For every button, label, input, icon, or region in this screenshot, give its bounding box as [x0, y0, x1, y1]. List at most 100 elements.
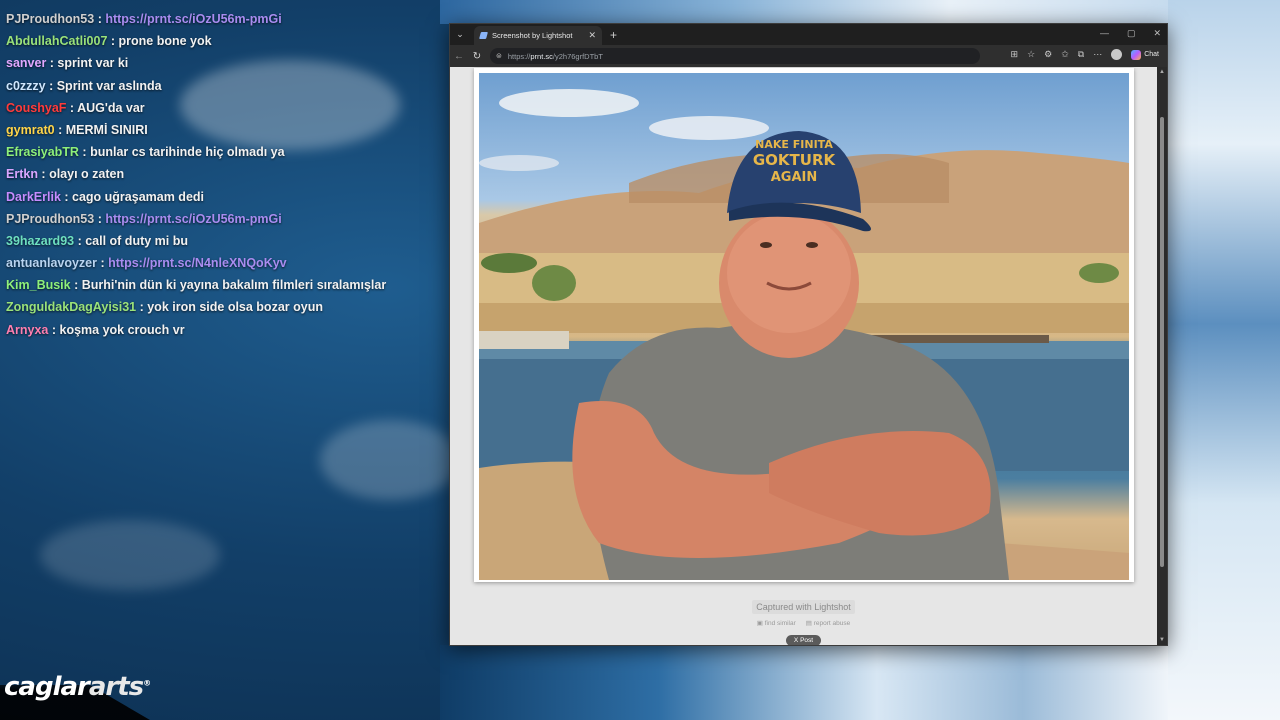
chat-username[interactable]: CoushyaF — [6, 101, 66, 115]
svg-text:AGAIN: AGAIN — [771, 170, 818, 185]
copilot-icon — [1131, 49, 1142, 60]
lightshot-caption-area: Captured with Lightshot ▣ find similar ▤… — [450, 597, 1157, 645]
stream-chat: PJProudhon53 : https://prnt.sc/iOzU56m-p… — [0, 0, 440, 341]
chat-text: bunlar cs tarihinde hiç olmadı ya — [90, 145, 285, 160]
chat-link[interactable]: https://prnt.sc/N4nleXNQoKyv — [108, 256, 287, 270]
copilot-chat-button[interactable]: Chat — [1131, 49, 1159, 60]
url-input[interactable]: ⊜ https://prnt.sc/y2h76grfDTbT — [490, 48, 980, 64]
chat-message: AbdullahCatli007 : prone bone yok — [0, 30, 440, 52]
chat-username[interactable]: sanver — [6, 56, 46, 70]
chat-separator: : — [66, 100, 78, 115]
find-similar-label: find similar — [764, 620, 796, 627]
chat-message: PJProudhon53 : https://prnt.sc/iOzU56m-p… — [0, 8, 440, 30]
find-similar-link[interactable]: ▣ find similar — [757, 619, 796, 627]
wallpaper-cloud — [40, 520, 220, 590]
chat-link[interactable]: https://prnt.sc/iOzU56m-pmGi — [105, 12, 281, 26]
toolbar: ⊞ ☆ ⚙ ✩ ⧉ ⋯ Chat — [1011, 49, 1159, 60]
minimize-icon[interactable]: — — [1100, 28, 1109, 39]
wallpaper-bottom-strip — [440, 645, 1168, 720]
chat-message: DarkErlik : cago uğraşamam dedi — [0, 186, 440, 208]
report-abuse-link[interactable]: ▤ report abuse — [806, 619, 850, 627]
logo-main-text: caglar — [4, 672, 90, 702]
registered-mark: ® — [143, 678, 151, 688]
chat-message: gymrat0 : MERMİ SINIRI — [0, 119, 440, 141]
chat-username[interactable]: PJProudhon53 — [6, 212, 94, 226]
chat-separator: : — [94, 12, 106, 26]
chat-username[interactable]: gymrat0 — [6, 123, 55, 137]
refresh-icon[interactable]: ↻ — [468, 51, 486, 62]
chat-username[interactable]: 39hazard93 — [6, 234, 74, 248]
report-abuse-label: report abuse — [813, 620, 851, 627]
svg-text:GOKTURK: GOKTURK — [753, 151, 837, 169]
captured-with-lightshot-link[interactable]: Captured with Lightshot — [752, 600, 855, 614]
chat-username[interactable]: EfrasiyabTR — [6, 145, 79, 159]
chat-separator: : — [46, 56, 58, 71]
scroll-up-icon[interactable]: ▲ — [1159, 69, 1165, 75]
address-bar-row: ← ↻ ⊜ https://prnt.sc/y2h76grfDTbT ⊞ ☆ ⚙… — [450, 45, 1167, 67]
chat-username[interactable]: Arnyxa — [6, 323, 48, 337]
chat-message: EfrasiyabTR : bunlar cs tarihinde hiç ol… — [0, 141, 440, 163]
tab-screenshot[interactable]: Screenshot by Lightshot ✕ — [474, 26, 602, 45]
chat-username[interactable]: PJProudhon53 — [6, 12, 94, 26]
chat-message: sanver : sprint var ki — [0, 52, 440, 74]
man-by-lake-photo: NAKE FINITA GOKTURK AGAIN — [479, 89, 1129, 580]
chat-username[interactable]: c0zzzy — [6, 79, 46, 93]
url-path: /y2h76grfDTbT — [552, 51, 603, 61]
chat-message: 39hazard93 : call of duty mi bu — [0, 230, 440, 252]
browser-window: ⌄ Screenshot by Lightshot ✕ + — ▢ ✕ ← ↻ … — [449, 23, 1168, 646]
chat-message: ZonguldakDagAyisi31 : yok iron side olsa… — [0, 296, 440, 318]
svg-text:NAKE FINITA: NAKE FINITA — [755, 138, 833, 151]
chat-username[interactable]: ZonguldakDagAyisi31 — [6, 300, 136, 314]
maximize-icon[interactable]: ▢ — [1127, 28, 1136, 39]
chat-text: sprint var ki — [57, 56, 129, 71]
scroll-down-icon[interactable]: ▼ — [1159, 637, 1165, 643]
favorite-star-icon[interactable]: ☆ — [1027, 49, 1035, 60]
collections-icon[interactable]: ⧉ — [1078, 49, 1084, 60]
chat-message: antuanlavoyzer : https://prnt.sc/N4nleXN… — [0, 252, 440, 274]
chat-separator: : — [54, 122, 66, 137]
chat-separator: : — [136, 300, 148, 315]
chat-separator: : — [48, 322, 60, 337]
close-window-icon[interactable]: ✕ — [1153, 28, 1161, 39]
extensions-icon[interactable]: ⚙ — [1044, 49, 1052, 60]
flag-icon: ▤ — [805, 620, 812, 627]
chat-button-label: Chat — [1144, 51, 1159, 58]
chat-text: yok iron side olsa bozar oyun — [147, 300, 323, 315]
chat-username[interactable]: antuanlavoyzer — [6, 256, 97, 270]
chat-text: AUG'da var — [77, 100, 145, 115]
url-scheme: https:// — [507, 51, 531, 61]
new-tab-icon[interactable]: + — [610, 28, 617, 42]
screenshot-image[interactable]: NAKE FINITA GOKTURK AGAIN — [479, 73, 1129, 580]
more-icon[interactable]: ⋯ — [1093, 49, 1102, 60]
chat-message: Arnyxa : koşma yok crouch vr — [0, 319, 440, 341]
x-post-button[interactable]: X Post — [785, 635, 822, 645]
chat-separator: : — [94, 211, 106, 226]
chat-link[interactable]: https://prnt.sc/iOzU56m-pmGi — [105, 212, 281, 226]
chat-username[interactable]: Kim_Busik — [6, 278, 71, 292]
close-tab-icon[interactable]: ✕ — [588, 30, 596, 41]
favorites-icon[interactable]: ✩ — [1061, 49, 1069, 60]
tab-bar: ⌄ Screenshot by Lightshot ✕ + — ▢ ✕ — [450, 24, 1167, 45]
chat-username[interactable]: DarkErlik — [6, 190, 61, 204]
chat-text: prone bone yok — [118, 34, 212, 49]
chat-separator: : — [78, 145, 91, 160]
profile-avatar[interactable] — [1111, 49, 1123, 60]
chat-text: cago uğraşamam dedi — [72, 189, 205, 204]
scroll-thumb[interactable] — [1160, 117, 1164, 567]
url-host: prnt.sc — [530, 51, 553, 61]
tab-search-icon[interactable]: ⌄ — [452, 27, 468, 43]
chat-username[interactable]: AbdullahCatli007 — [6, 34, 107, 48]
chat-separator: : — [37, 167, 50, 182]
tab-title: Screenshot by Lightshot — [492, 31, 573, 40]
logo-accent-text: arts — [88, 672, 144, 702]
wallpaper-right-strip — [1168, 0, 1280, 720]
site-info-icon[interactable]: ⊜ — [496, 52, 502, 60]
page-scrollbar[interactable]: ▲ ▼ — [1157, 67, 1167, 645]
chat-text: koşma yok crouch vr — [59, 322, 185, 337]
back-icon[interactable]: ← — [450, 51, 468, 62]
split-screen-icon[interactable]: ⊞ — [1011, 49, 1019, 60]
chat-separator: : — [70, 278, 82, 293]
chat-message: Ertkn : olayı o zaten — [0, 163, 440, 185]
chat-message: c0zzzy : Sprint var aslında — [0, 75, 440, 97]
chat-username[interactable]: Ertkn — [6, 167, 38, 181]
